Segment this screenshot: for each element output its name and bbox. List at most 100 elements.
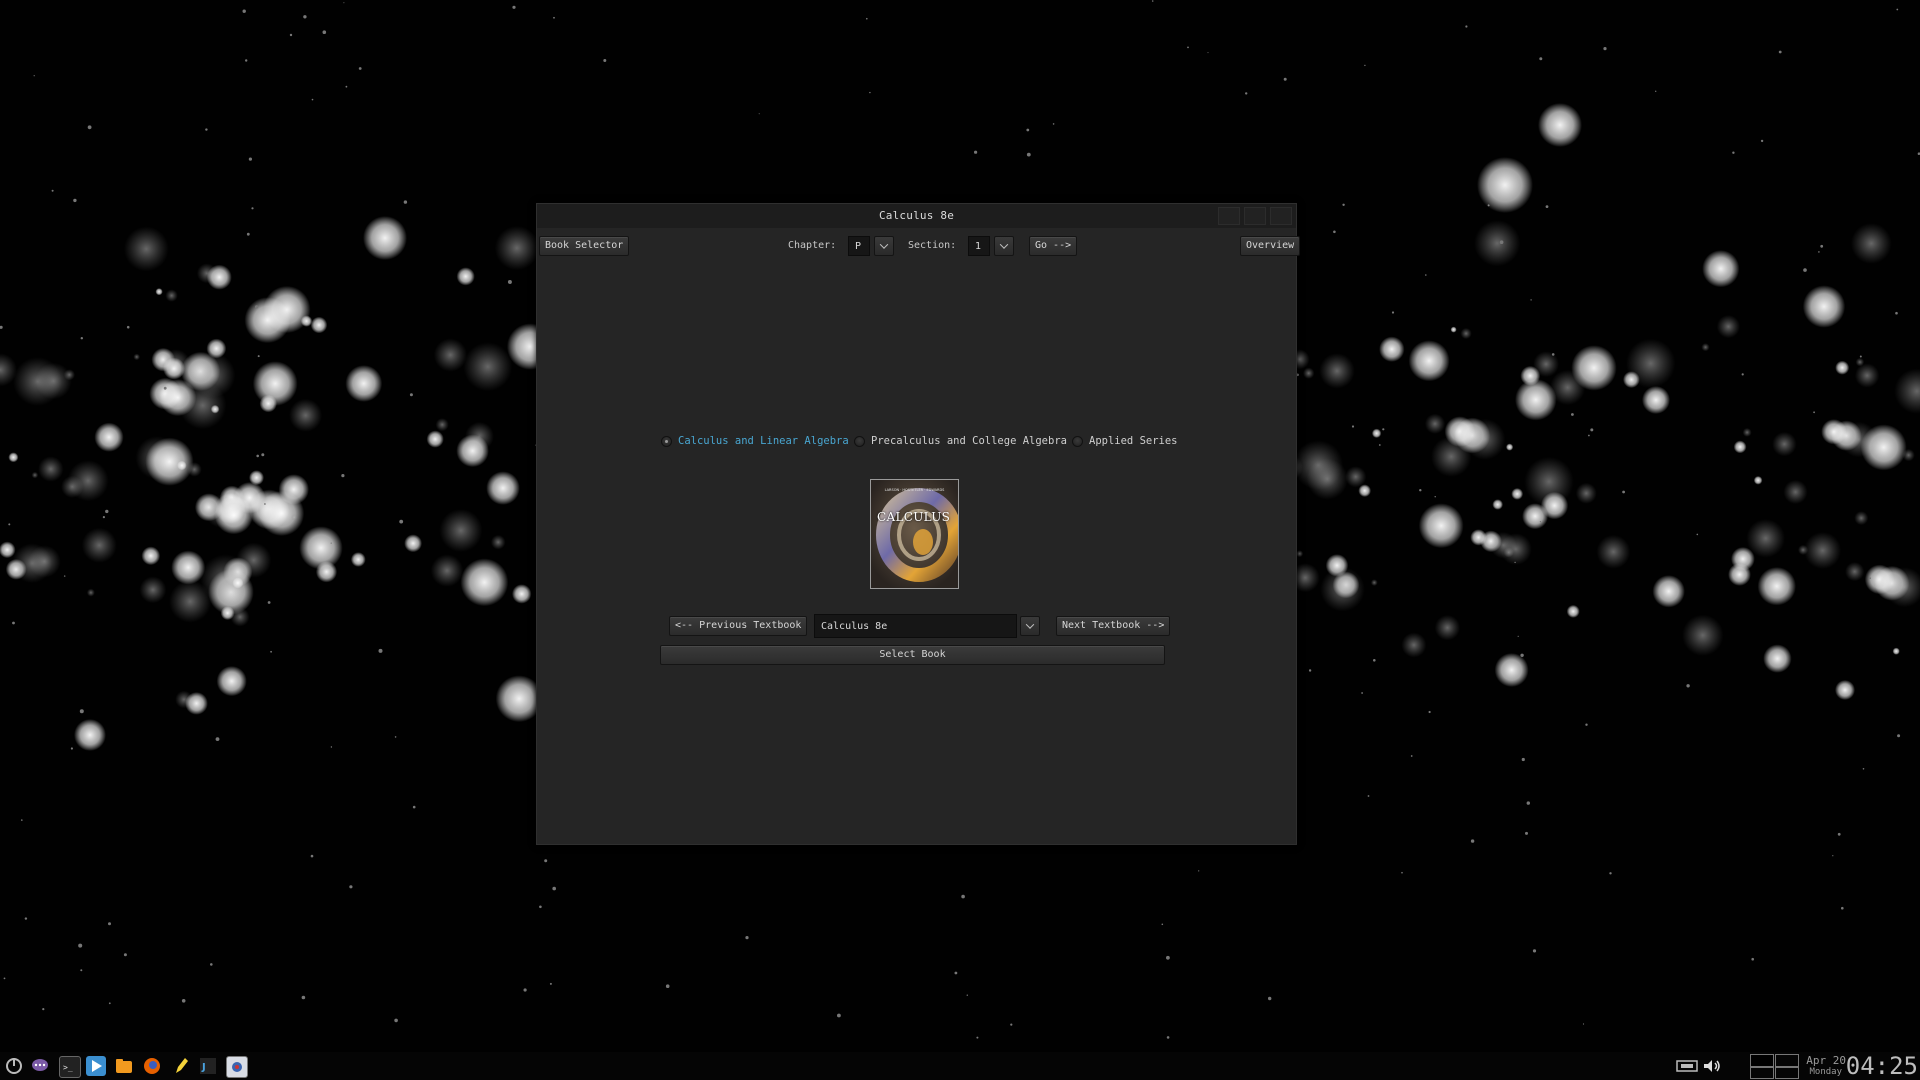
close-button[interactable] [1270,207,1292,225]
section-dropdown-button[interactable] [994,236,1014,256]
terminal-icon[interactable]: >_ [59,1056,81,1078]
bokeh-circle [463,342,513,392]
star-speck [256,454,260,458]
star-speck [1545,205,1549,209]
star-speck [1378,444,1381,446]
workspace-4[interactable] [1775,1067,1799,1079]
bokeh-circle [1370,579,1378,586]
workspace-2[interactable] [1775,1054,1799,1067]
star-speck [549,982,552,985]
bokeh-circle [1296,550,1304,558]
volume-icon[interactable] [1702,1058,1722,1078]
star-speck [409,393,413,397]
star-speck [257,355,260,358]
clock-time[interactable]: 04:25 [1846,1053,1918,1079]
chat-icon[interactable] [30,1056,50,1076]
star-speck [1837,832,1841,836]
minimize-button[interactable] [1218,207,1240,225]
star-speck [1161,923,1164,926]
star-speck [245,59,248,62]
star-speck [1026,128,1030,132]
app-icon[interactable] [226,1056,248,1078]
maximize-button[interactable] [1244,207,1266,225]
bokeh-circle [1408,340,1450,382]
file-manager-icon[interactable] [114,1056,134,1076]
star-speck [553,16,555,19]
star-speck [512,5,516,9]
bokeh-orb [363,216,407,260]
star-speck [78,943,83,948]
star-speck [394,1018,398,1023]
book-selector-button[interactable]: Book Selector [539,236,630,256]
star-speck [1551,353,1555,356]
book-cover-image: LARSON · HOSTETLER · EDWARDS CALCULUS [870,479,959,589]
go-button[interactable]: Go --> [1029,236,1078,256]
next-textbook-button[interactable]: Next Textbook --> [1056,616,1171,636]
star-speck [403,200,408,204]
bokeh-circle [1303,367,1315,379]
bokeh-circle [1401,632,1427,658]
chevron-down-icon [879,240,889,249]
star-speck [1499,240,1504,244]
network-icon[interactable] [1676,1058,1698,1078]
radio-label: Calculus and Linear Algebra [678,435,849,447]
cover-title: CALCULUS [877,510,951,524]
chapter-dropdown-button[interactable] [874,236,894,256]
star-speck [1655,90,1657,93]
bokeh-circle [155,288,163,296]
star-speck [745,936,749,940]
star-speck [1603,47,1607,51]
previous-textbook-button[interactable]: <-- Previous Textbook [669,616,808,636]
star-speck [246,232,250,236]
bokeh-circle [1802,285,1846,328]
star-speck [758,113,760,115]
star-speck [163,386,167,390]
star-speck [1582,1023,1585,1025]
section-field[interactable]: 1 [968,236,990,256]
star-speck [1571,413,1574,416]
app-window: Calculus 8e Book Selector Chapter: P Sec… [536,203,1301,845]
radio-precalculus-college-algebra[interactable]: Precalculus and College Algebra [854,435,1067,447]
workspace-1[interactable] [1750,1054,1774,1067]
ide-icon[interactable]: J [198,1056,218,1076]
text-editor-icon[interactable] [171,1056,191,1076]
bokeh-circle [1763,644,1792,673]
bokeh-circle [67,460,109,502]
textbook-combo-field[interactable]: Calculus 8e [814,614,1017,638]
media-player-icon[interactable] [86,1056,106,1076]
workspace-switcher[interactable] [1750,1054,1799,1079]
star-speck [1410,755,1413,757]
bokeh-circle [310,316,328,334]
chapter-field[interactable]: P [848,236,870,256]
firefox-icon[interactable] [142,1056,162,1076]
bokeh-circle [210,404,220,414]
star-speck [330,542,332,544]
power-icon[interactable] [4,1056,24,1076]
radio-calculus-linear-algebra[interactable]: Calculus and Linear Algebra [661,435,849,447]
star-speck [80,337,84,340]
bokeh-circle [94,422,124,452]
star-speck [1151,0,1154,2]
textbook-dropdown-button[interactable] [1020,616,1040,636]
star-speck [1419,489,1422,492]
chevron-down-icon [1025,620,1035,629]
overview-button[interactable]: Overview [1240,236,1301,256]
bokeh-orb [1538,103,1582,147]
star-speck [341,474,345,478]
select-book-button[interactable]: Select Book [660,645,1165,665]
window-titlebar[interactable]: Calculus 8e [537,204,1296,228]
bokeh-circle [1783,479,1808,505]
bokeh-circle [1460,327,1472,340]
workspace-3[interactable] [1750,1067,1774,1079]
bokeh-circle [200,554,251,604]
series-radio-group: Calculus and Linear Algebra Precalculus … [537,435,1296,453]
bokeh-circle [278,474,309,505]
bokeh-circle [81,527,117,563]
star-speck [1896,8,1899,11]
bokeh-circle [1418,503,1464,549]
bokeh-circle [1894,368,1920,414]
bokeh-circle [1855,357,1865,367]
star-speck [1026,152,1031,157]
bokeh-circle [490,534,506,550]
radio-applied-series[interactable]: Applied Series [1072,435,1178,447]
